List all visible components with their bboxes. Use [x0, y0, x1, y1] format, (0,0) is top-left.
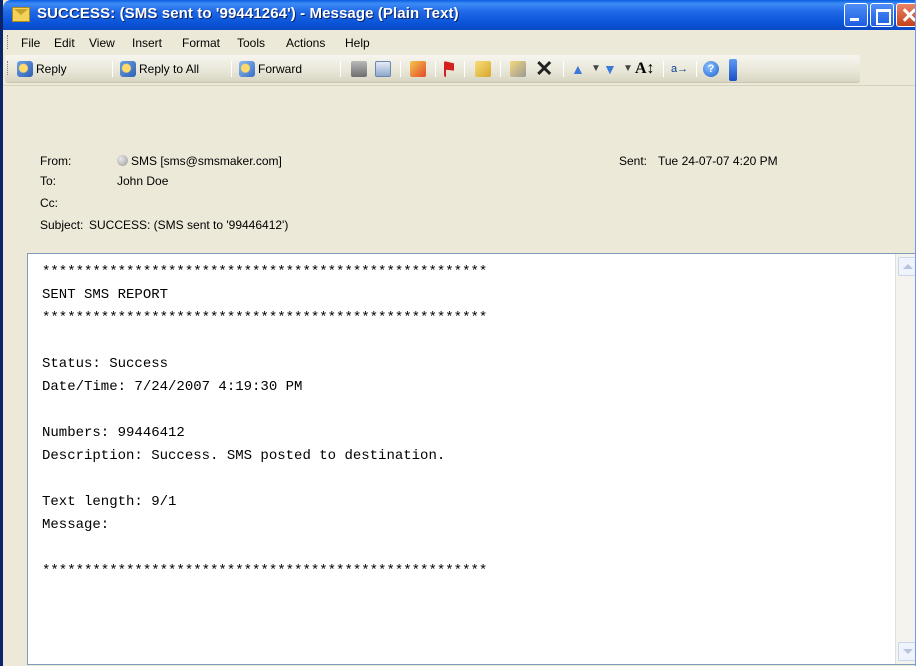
- from-label: From:: [40, 154, 72, 168]
- toolbar-separator: [435, 61, 436, 77]
- reply-all-label: Reply to All: [139, 62, 200, 76]
- toolbar-grip-icon[interactable]: [7, 61, 10, 75]
- from-value[interactable]: SMS [sms@smsmaker.com]: [117, 154, 282, 168]
- toolbar-separator: [112, 61, 113, 77]
- menu-edit[interactable]: Edit: [54, 36, 75, 50]
- menu-help[interactable]: Help: [345, 36, 370, 50]
- cc-label: Cc:: [40, 196, 58, 210]
- toolbar-separator: [231, 61, 232, 77]
- categorize-icon[interactable]: [410, 61, 426, 77]
- reply-label: Reply: [36, 62, 67, 76]
- reply-icon: [17, 61, 33, 77]
- outlook-message-window: SUCCESS: (SMS sent to '99441264') - Mess…: [0, 0, 916, 666]
- print-icon[interactable]: [351, 61, 367, 77]
- toolbar-separator: [464, 61, 465, 77]
- next-item-icon[interactable]: ▼: [603, 61, 619, 77]
- separator-line: ****************************************…: [42, 310, 488, 326]
- toolbar-separator: [340, 61, 341, 77]
- close-button[interactable]: [896, 3, 915, 27]
- junk-mail-icon[interactable]: [475, 61, 491, 77]
- title-bar[interactable]: SUCCESS: (SMS sent to '99441264') - Mess…: [3, 0, 915, 30]
- sent-value: Tue 24-07-07 4:20 PM: [658, 154, 778, 168]
- menu-format[interactable]: Format: [182, 36, 220, 50]
- toolbar-separator: [500, 61, 501, 77]
- next-dropdown-icon[interactable]: ▼: [623, 63, 633, 74]
- to-value[interactable]: John Doe: [117, 174, 168, 188]
- font-size-icon[interactable]: A↕: [635, 61, 655, 77]
- separator-line: ****************************************…: [42, 563, 488, 579]
- forward-icon: [239, 61, 255, 77]
- text-length-line: Text length: 9/1: [42, 494, 177, 510]
- menu-actions[interactable]: Actions: [286, 36, 325, 50]
- reply-all-button[interactable]: Reply to All: [120, 59, 199, 79]
- menu-bar: File Edit View Insert Format Tools Actio…: [3, 31, 915, 53]
- standard-toolbar: Reply Reply to All Forward ✕ ▲ ▼ ▼ ▼ A↕ …: [3, 55, 915, 83]
- scroll-up-arrow-icon[interactable]: [898, 257, 915, 276]
- toolbar-separator: [400, 61, 401, 77]
- reply-button[interactable]: Reply: [17, 59, 67, 79]
- toolbar-separator: [696, 61, 697, 77]
- help-icon[interactable]: ?: [703, 61, 719, 77]
- report-title: SENT SMS REPORT: [42, 287, 169, 303]
- maximize-button[interactable]: [870, 3, 894, 27]
- forward-button[interactable]: Forward: [239, 59, 302, 79]
- message-body[interactable]: ****************************************…: [27, 253, 915, 665]
- vertical-scrollbar[interactable]: [895, 254, 915, 664]
- menu-insert[interactable]: Insert: [132, 36, 162, 50]
- translate-icon[interactable]: a→: [671, 61, 688, 77]
- subject-label: Subject:: [40, 218, 84, 232]
- status-line: Status: Success: [42, 356, 169, 372]
- subject-value: SUCCESS: (SMS sent to '99446412'): [89, 218, 289, 232]
- numbers-line: Numbers: 99446412: [42, 425, 185, 441]
- menu-view[interactable]: View: [89, 36, 115, 50]
- datetime-line: Date/Time: 7/24/2007 4:19:30 PM: [42, 379, 303, 395]
- toolbar-separator: [563, 61, 564, 77]
- toolbar-separator: [663, 61, 664, 77]
- reply-all-icon: [120, 61, 136, 77]
- menu-grip-icon[interactable]: [7, 35, 10, 49]
- window-title: SUCCESS: (SMS sent to '99441264') - Mess…: [37, 5, 459, 22]
- previous-item-icon[interactable]: ▲: [571, 61, 587, 77]
- forward-label: Forward: [258, 62, 303, 76]
- minimize-button[interactable]: [844, 3, 868, 27]
- menu-file[interactable]: File: [21, 36, 40, 50]
- move-to-folder-icon[interactable]: [375, 61, 391, 77]
- delete-icon[interactable]: ✕: [535, 58, 553, 80]
- separator-line: ****************************************…: [42, 264, 488, 280]
- envelope-icon: [12, 7, 30, 22]
- description-line: Description: Success. SMS posted to dest…: [42, 448, 446, 464]
- find-contact-icon[interactable]: [510, 61, 526, 77]
- message-text: ****************************************…: [42, 261, 487, 583]
- previous-dropdown-icon[interactable]: ▼: [591, 63, 601, 74]
- from-address: SMS [sms@smsmaker.com]: [131, 154, 282, 168]
- sent-label: Sent:: [619, 154, 648, 168]
- to-label: To:: [40, 174, 57, 188]
- message-line: Message:: [42, 517, 110, 533]
- presence-icon: [117, 155, 128, 166]
- toolbar-options-icon[interactable]: [729, 59, 737, 81]
- message-header: From: SMS [sms@smsmaker.com] To: John Do…: [3, 85, 915, 252]
- menu-tools[interactable]: Tools: [237, 36, 265, 50]
- scroll-down-arrow-icon[interactable]: [898, 642, 915, 661]
